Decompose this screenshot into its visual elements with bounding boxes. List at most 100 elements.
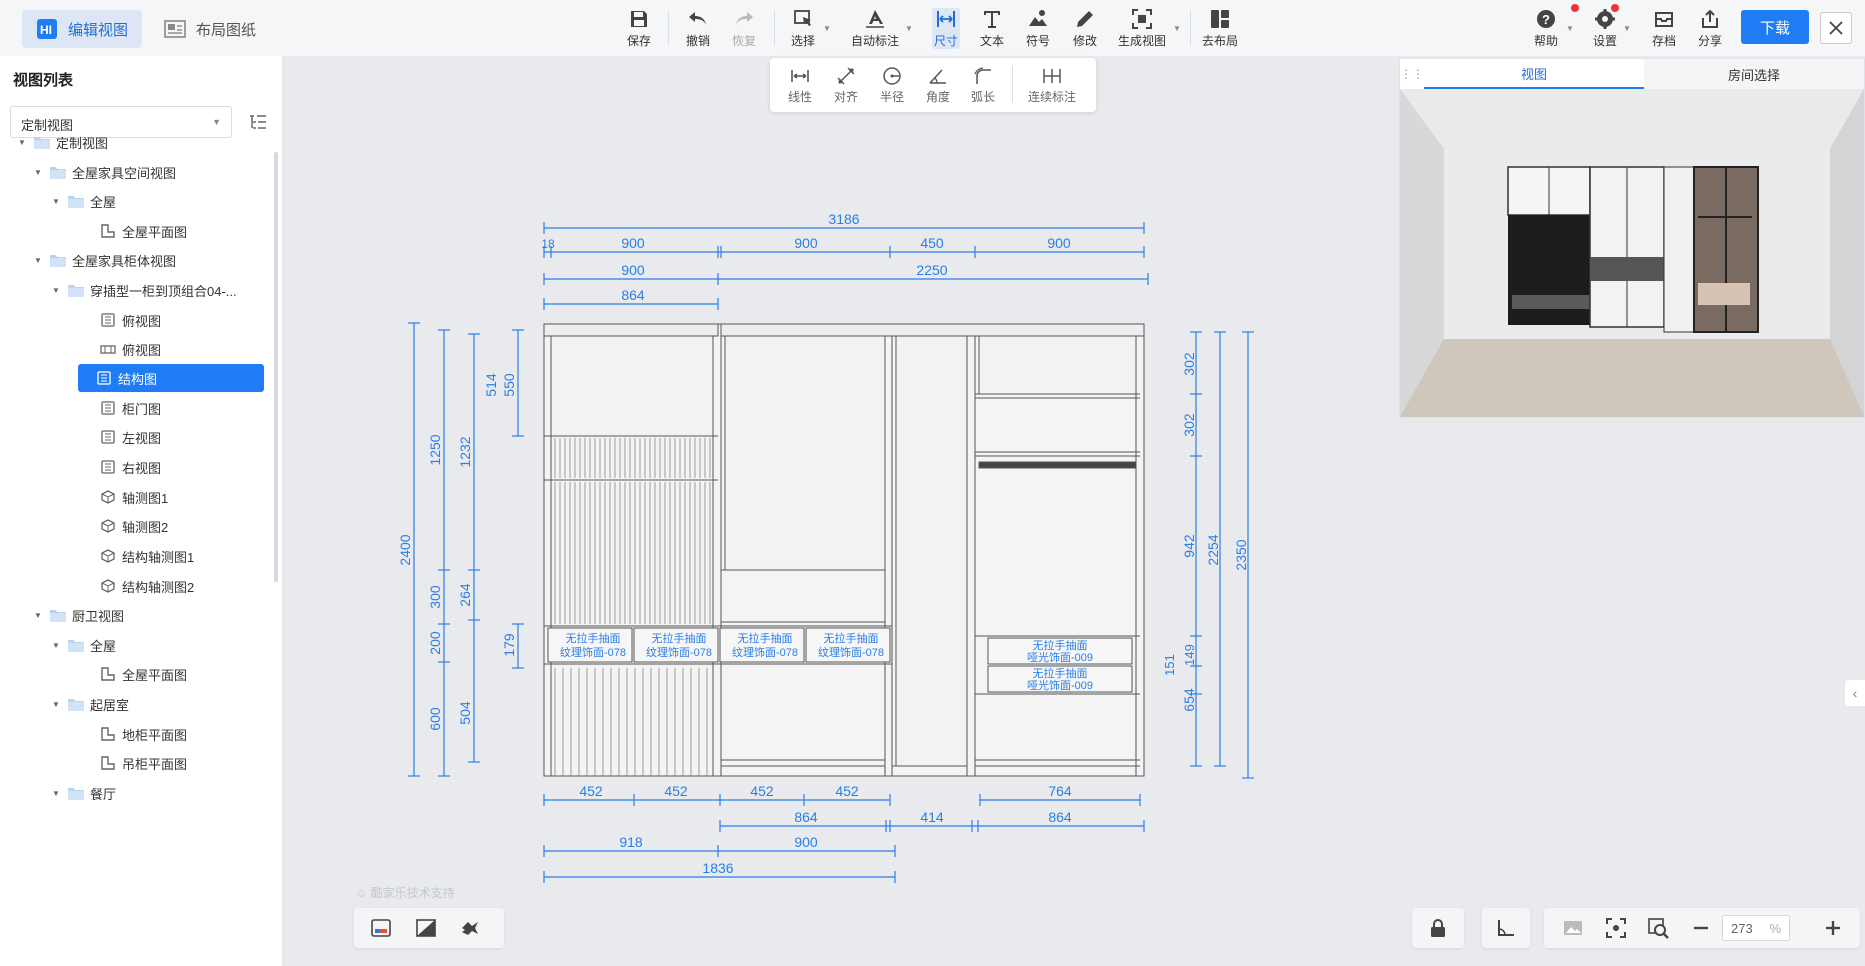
expand-toggle-icon[interactable]: ▼ [32,256,44,265]
dimension-label: 151 [1162,654,1177,676]
drawer-label: 无拉手抽面 [1033,666,1088,680]
drawer-label: 无拉手抽面 [652,631,707,645]
image-icon[interactable] [1562,917,1584,939]
mode-tab-layout[interactable]: 布局图纸 [150,10,270,48]
dimension-label: 900 [794,834,818,850]
color-fill-icon[interactable] [370,918,392,938]
folder-icon [50,253,66,267]
chevron-down-icon[interactable]: ▼ [1623,24,1631,33]
archive-button[interactable]: 存档 [1652,8,1676,49]
separator [774,10,775,46]
chevron-down-icon[interactable]: ▼ [823,24,831,33]
mode-tab-edit-view[interactable]: HI 编辑视图 [22,10,143,48]
expand-toggle-icon[interactable]: ▼ [50,197,62,206]
expand-toggle-icon[interactable]: ▼ [32,611,44,620]
generate-view-button[interactable]: 生成视图 [1118,8,1166,49]
tree-item[interactable]: ▼ 全屋 [50,631,116,659]
tree-item[interactable]: 左视图 [82,423,161,451]
generate-view-icon [1132,9,1152,29]
download-button[interactable]: 下载 [1741,10,1809,44]
select-tool-button[interactable]: 选择 [791,8,815,49]
view-controls [1544,908,1860,948]
expand-toggle-icon[interactable]: ▼ [50,641,62,650]
save-button[interactable]: 保存 [627,8,651,49]
text-icon [984,11,1000,28]
tab-view[interactable]: 视图 [1424,59,1644,89]
dimension-label: 942 [1181,534,1197,558]
fit-view-icon[interactable] [1605,917,1627,939]
dimension-label: 18 [541,237,555,251]
expand-toggle-icon[interactable]: ▼ [50,789,62,798]
chevron-down-icon[interactable]: ▼ [905,24,913,33]
view-icon [100,430,116,444]
tree-item[interactable]: 结构图 [78,364,264,392]
tree-item[interactable]: 右视图 [82,453,161,481]
text-label: 文本 [980,34,1005,48]
auto-dimension-button[interactable]: 自动标注 [851,8,899,49]
expand-toggle-icon[interactable]: ▼ [32,168,44,177]
text-tool-button[interactable]: 文本 [980,8,1004,49]
tree-item[interactable]: ▼ 全屋 [50,187,116,215]
zoom-in-icon[interactable] [1822,917,1844,939]
chevron-down-icon[interactable]: ▼ [1173,24,1181,33]
close-button[interactable] [1820,12,1852,44]
axonometric-icon [100,519,116,533]
tab-room-select[interactable]: 房间选择 [1644,59,1864,89]
expand-toggle-icon[interactable]: ▼ [16,138,28,147]
zoom-level-input[interactable]: 273 % [1722,915,1790,941]
collapse-panel-chevron-icon[interactable]: ‹ [1845,680,1865,706]
tree-item[interactable]: 柜门图 [82,394,161,422]
tree-item[interactable]: ▼ 厨卫视图 [32,601,124,629]
tree-item[interactable]: 俯视图 [82,335,161,363]
tree-item[interactable]: 全屋平面图 [82,217,187,245]
drag-handle-icon[interactable]: ⋮⋮ [1400,59,1424,89]
share-label: 分享 [1698,34,1723,48]
tree-item[interactable]: ▼ 餐厅 [50,779,116,807]
hatch-icon[interactable] [415,918,437,938]
tree-item[interactable]: 轴测图2 [82,512,168,540]
tree-item[interactable]: 俯视图 [82,306,161,334]
expand-toggle-icon[interactable]: ▼ [50,700,62,709]
tree-item[interactable]: 地柜平面图 [82,720,187,748]
folder-icon [68,786,84,800]
drawer-label: 哑光饰面-009 [1027,650,1093,664]
tree-item[interactable]: 结构轴测图2 [82,572,194,600]
tree-item[interactable]: ▼ 定制视图 [16,128,108,156]
tree-item[interactable]: 吊柜平面图 [82,749,187,777]
3d-room-render[interactable] [1400,89,1864,417]
share-button[interactable]: 分享 [1698,8,1722,49]
modify-tool-button[interactable]: 修改 [1073,8,1097,49]
tree-item[interactable]: ▼ 全屋家具柜体视图 [32,246,176,274]
tree-item-label: 全屋家具柜体视图 [72,253,177,269]
zoom-out-icon[interactable] [1690,917,1712,939]
to-layout-button[interactable]: 去布局 [1202,8,1238,49]
tree-item[interactable]: 全屋平面图 [82,660,187,688]
tree-scrollbar[interactable] [274,152,278,582]
lock-icon[interactable] [1427,917,1449,939]
wand-icon[interactable] [459,918,481,938]
tree-item-label: 全屋平面图 [122,224,188,240]
list-settings-icon[interactable] [248,112,268,132]
help-button[interactable]: ? 帮助 [1534,8,1558,49]
symbol-tool-button[interactable]: 符号 [1026,8,1050,49]
mode-tab-layout-label: 布局图纸 [196,21,257,39]
corner-snap-icon[interactable] [1495,917,1517,939]
zoom-area-icon[interactable] [1647,917,1669,939]
redo-button[interactable]: 恢复 [732,8,756,49]
dimension-tool-button[interactable]: 尺寸 [932,8,961,49]
tree-item[interactable]: ▼ 穿插型一柜到顶组合04-... [50,276,237,304]
dimension-label: 764 [1048,783,1072,799]
drawer-label: 纹理饰面-078 [732,645,798,659]
dimension-label: 179 [501,633,517,657]
pencil-icon [1077,11,1093,27]
tree-item[interactable]: ▼ 全屋家具空间视图 [32,158,176,186]
tree-item[interactable]: 轴测图1 [82,483,168,511]
tree-item-label: 柜门图 [122,401,162,417]
undo-button[interactable]: 撤销 [686,8,710,49]
axonometric-icon [100,490,116,504]
chevron-down-icon[interactable]: ▼ [1566,24,1574,33]
expand-toggle-icon[interactable]: ▼ [50,286,62,295]
settings-button[interactable]: 设置 [1593,8,1617,49]
tree-item[interactable]: 结构轴测图1 [82,542,194,570]
tree-item[interactable]: ▼ 起居室 [50,690,129,718]
